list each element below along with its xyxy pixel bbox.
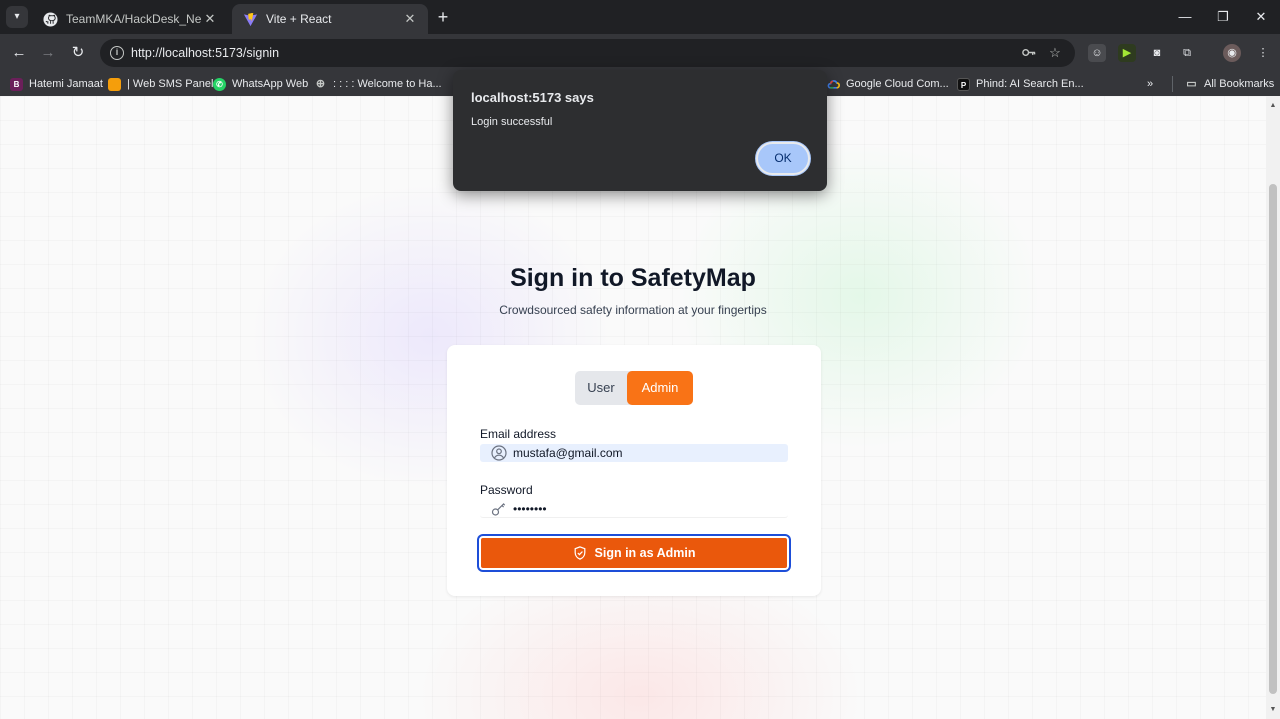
bookmark-whatsapp-web[interactable]: ✆ WhatsApp Web	[213, 76, 308, 92]
browser-toolbar: ← → ↻ i http://localhost:5173/signin ☆ ☺…	[0, 34, 1280, 72]
bookmark-label: Hatemi Jamaat	[29, 78, 103, 90]
bookmark-web-sms-panel[interactable]: | Web SMS Panel	[108, 76, 213, 92]
profile-avatar-icon[interactable]: ◉	[1223, 44, 1241, 62]
role-admin-button[interactable]: Admin	[627, 371, 693, 405]
password-field[interactable]: ••••••••	[480, 500, 788, 518]
tab-close-icon[interactable]: ✕	[402, 11, 418, 27]
email-label: Email address	[480, 427, 557, 441]
tab-search-chevron-icon[interactable]: ▾	[6, 6, 28, 28]
bookmarks-overflow-chevron-icon[interactable]: »	[1147, 76, 1153, 92]
back-icon[interactable]: ←	[8, 42, 30, 64]
tab-strip: ▾ TeamMKA/HackDesk_Nerd.js: A ✕ Vite + R…	[0, 0, 1280, 34]
bookmark-label: Google Cloud Com...	[846, 78, 949, 90]
globe-icon: ⊕	[315, 77, 326, 90]
reload-icon[interactable]: ↻	[67, 42, 89, 64]
all-bookmarks[interactable]: ▭ All Bookmarks	[1172, 76, 1274, 92]
tab-title: TeamMKA/HackDesk_Nerd.js: A	[66, 12, 202, 26]
camera-icon[interactable]: ◙	[1148, 44, 1166, 62]
extensions-puzzle-icon[interactable]: ⧉	[1178, 44, 1196, 62]
page-title: Sign in to SafetyMap	[510, 264, 756, 292]
sms-panel-icon	[108, 77, 121, 91]
bookmark-label: Phind: AI Search En...	[976, 78, 1084, 90]
user-circle-icon	[491, 445, 507, 461]
key-icon	[491, 501, 507, 517]
window-close-icon[interactable]: ✕	[1242, 0, 1280, 34]
url-text[interactable]: http://localhost:5173/signin	[131, 46, 279, 60]
bookmark-label: : : : : Welcome to Ha...	[333, 78, 442, 90]
extension-green-icon[interactable]: ▶	[1118, 44, 1136, 62]
bookmark-phind[interactable]: P Phind: AI Search En...	[957, 76, 1084, 92]
bookmark-welcome[interactable]: ⊕ : : : : Welcome to Ha...	[314, 76, 442, 92]
folder-icon: ▭	[1186, 77, 1197, 90]
email-field[interactable]: mustafa@gmail.com	[480, 444, 788, 462]
bookmark-star-icon[interactable]: ☆	[1047, 45, 1063, 61]
dialog-title: localhost:5173 says	[471, 90, 594, 105]
signin-admin-button[interactable]: Sign in as Admin	[479, 536, 789, 570]
page-subtitle: Crowdsourced safety information at your …	[499, 303, 767, 317]
site-info-icon[interactable]: i	[110, 46, 124, 60]
whatsapp-icon: ✆	[213, 77, 226, 91]
minimize-icon[interactable]: —	[1166, 0, 1204, 34]
alert-dialog: localhost:5173 says Login successful OK	[453, 70, 827, 191]
vite-icon	[242, 11, 258, 27]
github-icon	[42, 11, 58, 27]
forward-icon[interactable]: →	[37, 42, 59, 64]
scroll-up-icon[interactable]: ▲	[1269, 102, 1277, 110]
tab-close-icon[interactable]: ✕	[202, 11, 218, 27]
address-bar[interactable]: i http://localhost:5173/signin ☆	[100, 39, 1075, 67]
dialog-ok-button[interactable]: OK	[756, 142, 810, 175]
password-value: ••••••••	[513, 502, 547, 516]
signin-button-label: Sign in as Admin	[594, 546, 696, 560]
signin-card: User Admin Email address mustafa@gmail.c…	[447, 345, 821, 596]
tab-github[interactable]: TeamMKA/HackDesk_Nerd.js: A ✕	[32, 4, 228, 34]
bookmark-google-cloud[interactable]: Google Cloud Com...	[827, 76, 949, 92]
role-toggle: User Admin	[575, 371, 693, 405]
email-value: mustafa@gmail.com	[513, 446, 623, 460]
bookmark-label: WhatsApp Web	[232, 78, 309, 90]
role-user-button[interactable]: User	[575, 371, 627, 405]
b-logo-icon: B	[10, 77, 23, 91]
scroll-down-icon[interactable]: ▼	[1269, 706, 1277, 714]
scrollbar-thumb[interactable]	[1269, 184, 1277, 694]
password-label: Password	[480, 483, 533, 497]
all-bookmarks-label: All Bookmarks	[1204, 78, 1275, 90]
restore-icon[interactable]: ❐	[1204, 0, 1242, 34]
new-tab-icon[interactable]: +	[433, 7, 453, 27]
bookmark-label: | Web SMS Panel	[127, 78, 214, 90]
menu-kebab-icon[interactable]: ⋮	[1254, 44, 1272, 62]
tab-title: Vite + React	[266, 12, 332, 26]
tab-vite-react[interactable]: Vite + React ✕	[232, 4, 428, 34]
scrollbar[interactable]: ▲ ▼	[1266, 96, 1280, 719]
google-cloud-icon	[827, 78, 840, 91]
phind-p-icon: P	[957, 77, 970, 91]
extension-avatar-icon[interactable]: ☺	[1088, 44, 1106, 62]
bookmark-hatemi-jamaat[interactable]: B Hatemi Jamaat	[10, 76, 103, 92]
dialog-message: Login successful	[471, 116, 553, 128]
shield-icon	[573, 546, 587, 560]
password-key-icon[interactable]	[1020, 45, 1036, 61]
